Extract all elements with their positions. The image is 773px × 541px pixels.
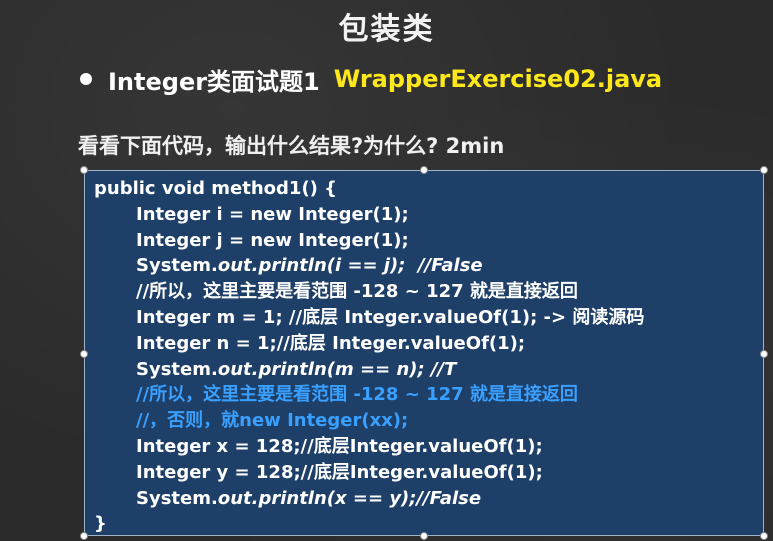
code-segment: System. bbox=[136, 255, 218, 277]
code-comment: //所以，这里主要是看范围 -128 ~ 127 就是直接返回 bbox=[136, 281, 578, 303]
resize-handle-top-right[interactable] bbox=[760, 166, 768, 174]
code-line: Integer n = 1;//底层 Integer.valueOf(1); bbox=[136, 332, 526, 354]
code-line: Integer m = 1; //底层 Integer.valueOf(1); … bbox=[136, 306, 645, 328]
resize-handle-top-center[interactable] bbox=[420, 166, 428, 174]
code-segment-italic: out.println(i == j); //False bbox=[217, 255, 483, 277]
code-line: Integer i = new Integer(1); bbox=[136, 203, 409, 225]
code-segment-italic: out.println(x == y);//False bbox=[217, 487, 482, 509]
resize-handle-top-left[interactable] bbox=[80, 166, 88, 174]
bullet-filename: WrapperExercise02.java bbox=[333, 65, 663, 93]
code-line: Integer x = 128;//底层Integer.valueOf(1); bbox=[136, 435, 543, 457]
bullet-dot-icon bbox=[80, 73, 92, 85]
code-line: Integer y = 128;//底层Integer.valueOf(1); bbox=[136, 461, 543, 483]
slide-title: 包装类 bbox=[338, 12, 435, 47]
code-comment-highlight: //，否则，就new Integer(xx); bbox=[136, 410, 409, 432]
code-line: System.out.println(m == n); //T bbox=[94, 357, 644, 383]
code-segment-italic: out.println(m == n); //T bbox=[217, 358, 457, 380]
code-segment: System. bbox=[136, 358, 218, 380]
resize-handle-bottom-left[interactable] bbox=[80, 532, 88, 540]
code-line: System.out.println(i == j); //False bbox=[94, 253, 644, 279]
code-comment-highlight: //所以，这里主要是看范围 -128 ~ 127 就是直接返回 bbox=[136, 384, 578, 406]
code-line: } bbox=[94, 513, 107, 535]
code-line: System.out.println(x == y);//False bbox=[94, 486, 644, 512]
code-block: public void method1() { Integer i = new … bbox=[94, 176, 644, 537]
resize-handle-bottom-right[interactable] bbox=[760, 532, 768, 540]
code-line: Integer j = new Integer(1); bbox=[136, 229, 409, 251]
bullet-text: Integer类面试题1 bbox=[108, 67, 320, 96]
code-line: public void method1() { bbox=[94, 178, 337, 199]
question-text: 看看下面代码，输出什么结果?为什么? 2min bbox=[78, 134, 505, 158]
bullet-line: Integer类面试题1 WrapperExercise02.java bbox=[80, 62, 662, 96]
code-segment: System. bbox=[136, 487, 218, 509]
resize-handle-middle-right[interactable] bbox=[760, 350, 768, 358]
resize-handle-middle-left[interactable] bbox=[80, 350, 88, 358]
